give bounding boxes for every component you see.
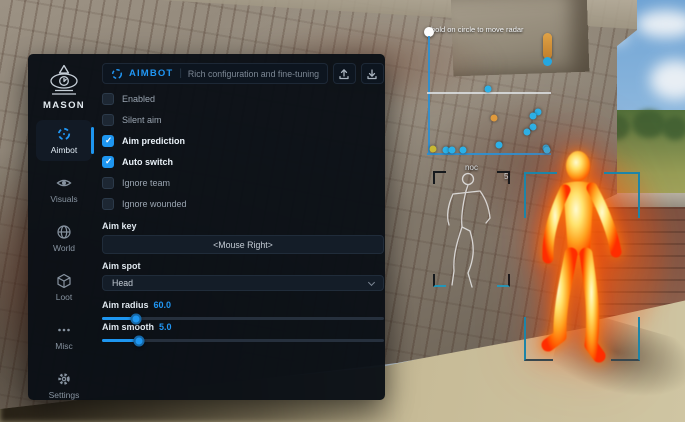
chevron-down-icon xyxy=(368,278,375,285)
aim-radius-label: Aim radius xyxy=(102,300,149,310)
checkbox-label: Ignore team xyxy=(122,178,170,188)
skeleton-box-corner xyxy=(433,274,446,287)
sidebar-item-label: Visuals xyxy=(50,194,77,204)
aim-smooth-label: Aim smooth xyxy=(102,322,154,332)
panel-content: AIMBOT | Rich configuration and fine-tun… xyxy=(100,54,392,400)
crosshair-icon xyxy=(56,126,72,142)
sidebar-item-label: Settings xyxy=(49,390,80,400)
sidebar-nav: Aimbot Visuals World xyxy=(28,120,100,406)
checkbox-box[interactable] xyxy=(102,156,114,168)
ellipsis-icon xyxy=(56,322,72,338)
aim-smooth-value: 5.0 xyxy=(159,322,172,332)
radar-hint-text: hold on circle to move radar xyxy=(431,25,524,34)
aim-spot-label: Aim spot xyxy=(102,261,384,271)
gear-icon xyxy=(56,371,72,387)
aim-key-binding-button[interactable]: <Mouse Right> xyxy=(102,235,384,254)
globe-icon xyxy=(56,224,72,240)
player-box-corner xyxy=(604,172,640,218)
skeleton-box-corner xyxy=(433,171,446,184)
checkbox-label: Silent aim xyxy=(122,115,162,125)
cheat-menu-panel: MASON Aimbot Visuals xyxy=(28,54,385,400)
sidebar-item-loot[interactable]: Loot xyxy=(36,267,92,308)
player-box-corner xyxy=(611,317,640,361)
cube-icon xyxy=(56,273,72,289)
skeleton-box-corner xyxy=(497,274,510,287)
sidebar-item-label: Aimbot xyxy=(51,145,77,155)
logo-label: MASON xyxy=(43,100,85,111)
aim-spot-value: Head xyxy=(112,278,133,288)
checkbox-enabled[interactable]: Enabled xyxy=(102,88,384,109)
checkbox-box[interactable] xyxy=(102,198,114,210)
sidebar-item-label: Misc xyxy=(55,341,72,351)
page-title: AIMBOT xyxy=(129,68,173,79)
checkbox-aim-prediction[interactable]: Aim prediction xyxy=(102,130,384,151)
divider: | xyxy=(179,68,182,79)
aim-spot-dropdown[interactable]: Head xyxy=(102,275,384,291)
sidebar-item-label: World xyxy=(53,243,75,253)
checkbox-silent-aim[interactable]: Silent aim xyxy=(102,109,384,130)
checkbox-box[interactable] xyxy=(102,135,114,147)
reticle-icon xyxy=(111,68,123,80)
player-box-corner xyxy=(524,172,557,218)
import-config-button[interactable] xyxy=(361,63,384,84)
radar-left-edge xyxy=(428,36,430,155)
slider-thumb[interactable] xyxy=(133,335,144,346)
sidebar-item-settings[interactable]: Settings xyxy=(36,365,92,406)
checkbox-list: Enabled Silent aim Aim prediction Auto s… xyxy=(102,88,384,214)
aim-radius-slider[interactable] xyxy=(102,317,384,320)
checkbox-label: Auto switch xyxy=(122,157,173,167)
page-subtitle: Rich configuration and fine-tuning xyxy=(188,69,319,79)
sidebar: MASON Aimbot Visuals xyxy=(28,54,100,400)
checkbox-label: Aim prediction xyxy=(122,136,185,146)
checkbox-label: Enabled xyxy=(122,94,155,104)
export-config-button[interactable] xyxy=(333,63,356,84)
checkbox-ignore-team[interactable]: Ignore team xyxy=(102,172,384,193)
eye-icon xyxy=(56,175,72,191)
enemy-distance-label: 5 xyxy=(504,172,508,181)
aim-radius-row: Aim radius 60.0 xyxy=(102,300,384,310)
upload-icon xyxy=(338,68,350,80)
aim-key-label: Aim key xyxy=(102,221,384,231)
download-icon xyxy=(366,68,378,80)
checkbox-auto-switch[interactable]: Auto switch xyxy=(102,151,384,172)
sidebar-item-visuals[interactable]: Visuals xyxy=(36,169,92,210)
radar-edge-dot xyxy=(543,57,552,66)
mason-eye-logo-icon xyxy=(45,64,83,97)
panel-header: AIMBOT | Rich configuration and fine-tun… xyxy=(102,63,384,84)
sidebar-item-label: Loot xyxy=(56,292,73,302)
enemy-name-label: noc xyxy=(433,163,510,172)
checkbox-label: Ignore wounded xyxy=(122,199,187,209)
aim-smooth-row: Aim smooth 5.0 xyxy=(102,322,384,332)
sidebar-item-aimbot[interactable]: Aimbot xyxy=(36,120,92,161)
tab-title-bar: AIMBOT | Rich configuration and fine-tun… xyxy=(102,63,328,84)
radar-offscreen-marker xyxy=(543,33,552,59)
slider-thumb[interactable] xyxy=(130,313,141,324)
player-box-corner xyxy=(524,317,553,361)
aim-radius-value: 60.0 xyxy=(154,300,172,310)
game-screen: hold on circle to move radar noc 5 xyxy=(0,0,685,422)
aim-smooth-slider[interactable] xyxy=(102,339,384,342)
sidebar-item-misc[interactable]: Misc xyxy=(36,316,92,357)
logo: MASON xyxy=(43,64,85,111)
radar-midline xyxy=(427,92,551,94)
checkbox-box[interactable] xyxy=(102,114,114,126)
checkbox-box[interactable] xyxy=(102,177,114,189)
sidebar-item-world[interactable]: World xyxy=(36,218,92,259)
checkbox-box[interactable] xyxy=(102,93,114,105)
checkbox-ignore-wounded[interactable]: Ignore wounded xyxy=(102,193,384,214)
